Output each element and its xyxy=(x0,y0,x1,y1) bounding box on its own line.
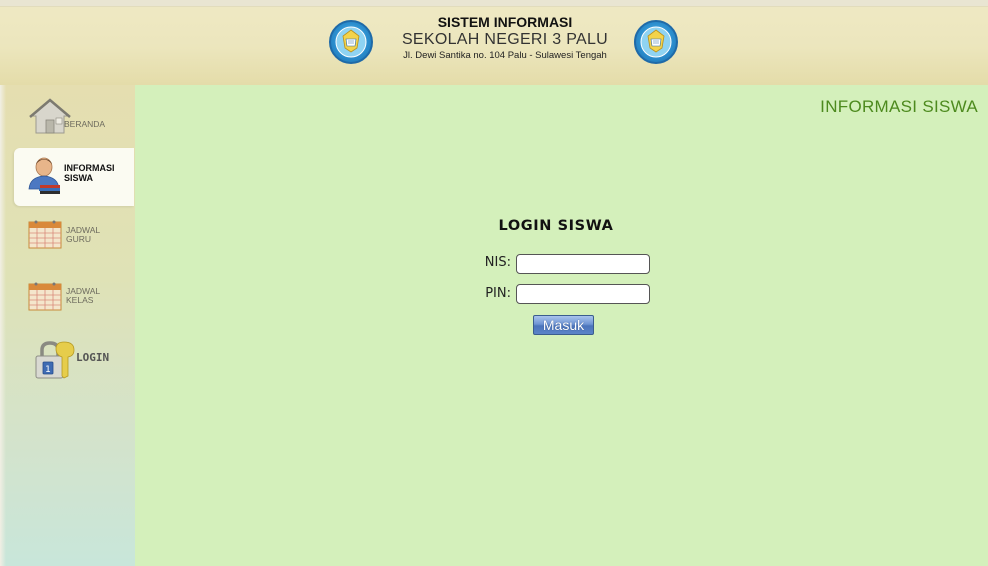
sidebar-item-label-line2: KELAS xyxy=(66,295,94,305)
site-header: ​ SISTEM INFORMASI SEKOLAH NEGERI 3 PALU… xyxy=(0,0,988,85)
school-address: Jl. Dewi Santika no. 104 Palu - Sulawesi… xyxy=(403,50,607,61)
padlock-key-icon: 1 xyxy=(34,340,76,384)
app-title: SISTEM INFORMASI xyxy=(437,14,573,30)
page-title: INFORMASI SISWA xyxy=(820,97,978,116)
header-title-block: SISTEM INFORMASI SEKOLAH NEGERI 3 PALU J… xyxy=(385,14,625,62)
sidebar-item-label: BERANDA xyxy=(64,119,106,129)
sidebar-item-login[interactable]: 1 LOGIN xyxy=(14,335,134,387)
sidebar-item-label-line2: SISWA xyxy=(64,173,94,183)
nis-input[interactable] xyxy=(516,254,650,274)
login-form-title: LOGIN SISWA xyxy=(498,218,614,234)
left-frame-edge xyxy=(0,85,6,566)
school-name: SEKOLAH NEGERI 3 PALU xyxy=(401,31,609,48)
calendar-icon xyxy=(28,281,62,315)
header-top-strip xyxy=(0,0,988,7)
sidebar-item-jadwal-guru[interactable]: JADWAL GURU xyxy=(14,211,134,267)
sidebar-item-beranda[interactable]: BERANDA xyxy=(14,96,134,152)
student-icon xyxy=(26,155,62,201)
school-emblem-icon xyxy=(634,20,678,64)
pin-label: PIN: xyxy=(485,286,511,301)
pin-input[interactable] xyxy=(516,284,650,304)
sidebar-item-label-line2: GURU xyxy=(66,234,92,244)
sidebar-item-label-line1: INFORMASI xyxy=(64,163,115,173)
nis-label: NIS: xyxy=(484,255,511,270)
school-emblem-icon xyxy=(329,20,373,64)
svg-text:1: 1 xyxy=(45,365,51,375)
sidebar-item-label: LOGIN xyxy=(76,351,110,364)
masuk-button[interactable]: Masuk xyxy=(533,315,594,335)
sidebar-item-jadwal-kelas[interactable]: JADWAL KELAS xyxy=(14,274,134,330)
sidebar-nav: BERANDA INFORMASI SISWA JADWAL GURU JADW… xyxy=(0,85,135,566)
sidebar-item-informasi-siswa[interactable]: INFORMASI SISWA xyxy=(14,148,134,206)
calendar-icon xyxy=(28,219,62,253)
